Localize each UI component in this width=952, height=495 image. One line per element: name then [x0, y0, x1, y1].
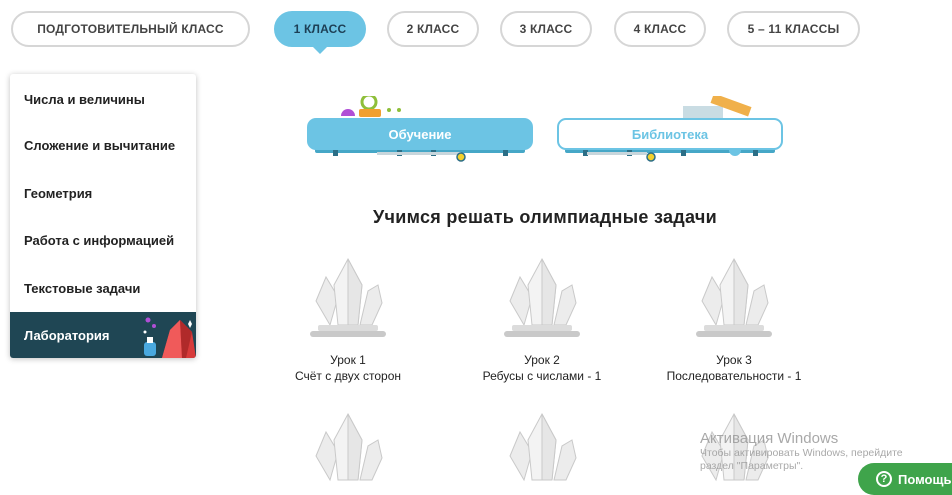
mode-library: Библиотека	[557, 96, 783, 162]
tab-grade-4[interactable]: 4 КЛАСС	[614, 11, 706, 47]
topic-menu: Числа и величины Сложение и вычитание Ге…	[10, 74, 196, 358]
crystal-icon	[696, 257, 772, 337]
section-heading: Учимся решать олимпиадные задачи	[372, 207, 718, 227]
menu-item-information[interactable]: Работа с информацией	[10, 217, 196, 263]
lesson-card-4[interactable]	[253, 410, 443, 494]
crystal-icon	[310, 257, 386, 337]
menu-item-numbers[interactable]: Числа и величины	[10, 76, 196, 122]
menu-item-addition[interactable]: Сложение и вычитание	[10, 122, 196, 168]
lesson-card-3[interactable]: Урок 3 Последовательности - 1	[639, 255, 829, 383]
lesson-number: Урок 3	[716, 353, 752, 367]
menu-item-word-problems[interactable]: Текстовые задачи	[10, 265, 196, 311]
lesson-number: Урок 2	[524, 353, 560, 367]
activation-line-1: Чтобы активировать Windows, перейдите	[700, 447, 903, 459]
crystal-icon	[509, 412, 577, 482]
menu-item-laboratory[interactable]: Лаборатория	[10, 312, 196, 358]
library-button[interactable]: Библиотека	[557, 118, 783, 150]
menu-item-label: Сложение и вычитание	[24, 137, 176, 153]
lesson-title: Ребусы с числами - 1	[482, 369, 602, 383]
class-tabs: ПОДГОТОВИТЕЛЬНЫЙ КЛАСС 1 КЛАСС 2 КЛАСС 3…	[0, 0, 952, 64]
tab-grade-1[interactable]: 1 КЛАСС	[274, 11, 366, 54]
crystal-icon	[315, 412, 383, 482]
tab-grade-2[interactable]: 2 КЛАСС	[387, 11, 479, 47]
learning-button[interactable]: Обучение	[307, 118, 533, 150]
menu-item-label: Геометрия	[24, 185, 93, 201]
menu-item-label: Лаборатория	[24, 327, 110, 343]
tab-preparatory[interactable]: ПОДГОТОВИТЕЛЬНЫЙ КЛАСС	[11, 11, 250, 47]
lesson-title: Счёт с двух сторон	[294, 369, 402, 383]
lesson-number: Урок 1	[330, 353, 366, 367]
tab-grade-5-11[interactable]: 5 – 11 КЛАССЫ	[727, 11, 860, 47]
menu-item-label: Числа и величины	[24, 91, 145, 107]
menu-item-label: Работа с информацией	[24, 232, 175, 248]
help-label: Помощь	[898, 471, 952, 487]
crystal-icon	[504, 257, 580, 337]
help-button[interactable]: ? Помощь	[858, 463, 952, 495]
lesson-card-2[interactable]: Урок 2 Ребусы с числами - 1	[447, 255, 637, 383]
lesson-card-1[interactable]: Урок 1 Счёт с двух сторон	[253, 255, 443, 383]
crystal-lab-icon	[143, 317, 196, 358]
question-icon: ?	[876, 471, 892, 487]
mode-learning: Обучение	[307, 96, 533, 162]
menu-item-geometry[interactable]: Геометрия	[10, 170, 196, 216]
lesson-card-5[interactable]	[447, 410, 637, 494]
activation-title: Активация Windows	[700, 430, 839, 447]
tab-grade-3[interactable]: 3 КЛАСС	[500, 11, 592, 47]
lesson-title: Последовательности - 1	[666, 369, 802, 383]
menu-item-label: Текстовые задачи	[24, 280, 141, 296]
